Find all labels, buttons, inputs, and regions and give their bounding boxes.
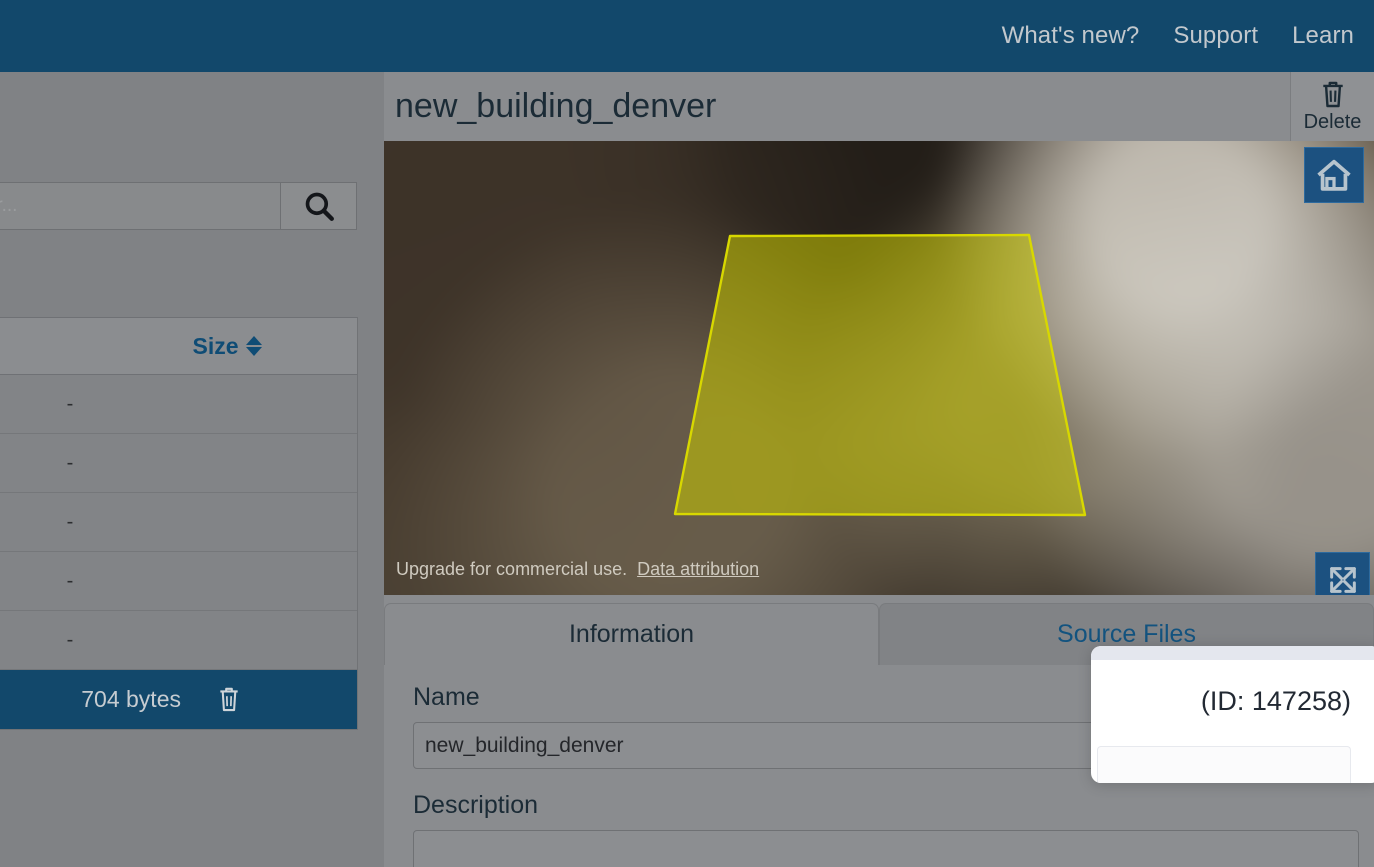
data-attribution-link[interactable]: Data attribution xyxy=(637,559,759,579)
delete-button-label: Delete xyxy=(1303,111,1362,133)
search-icon xyxy=(305,192,334,221)
delete-button[interactable]: Delete xyxy=(1290,72,1374,141)
home-icon xyxy=(1317,159,1351,191)
fullscreen-button[interactable] xyxy=(1315,552,1370,595)
cell-size: 704 bytes xyxy=(81,685,181,712)
tab-source-files-label: Source Files xyxy=(1057,620,1196,648)
model-viewer[interactable]: Upgrade for commercial use. Data attribut… xyxy=(384,141,1374,595)
fullscreen-icon xyxy=(1329,566,1356,593)
detail-header: new_building_denver Delete xyxy=(384,72,1374,141)
search-button[interactable] xyxy=(281,182,357,230)
popup-body: (ID: 147258) xyxy=(1091,660,1374,717)
table-row-selected[interactable]: 704 bytes xyxy=(0,670,357,729)
description-field-label: Description xyxy=(413,791,539,819)
cell-size: - xyxy=(66,510,74,533)
search-input[interactable] xyxy=(0,182,281,230)
app-root: What's new? Support Learn Size xyxy=(0,0,1374,867)
trash-icon xyxy=(220,687,238,712)
table-row[interactable]: - xyxy=(0,611,357,670)
viewer-credit: Upgrade for commercial use. Data attribut… xyxy=(396,559,759,580)
popup-header-strip xyxy=(1091,646,1374,660)
cell-size: - xyxy=(66,392,74,415)
nav-link-learn[interactable]: Learn xyxy=(1292,22,1354,50)
sidebar-panel: Size - - - - - 704 byt xyxy=(0,72,384,867)
viewer-credit-text: Upgrade for commercial use. xyxy=(396,559,628,579)
popup-input-field[interactable] xyxy=(1097,746,1351,783)
description-input[interactable] xyxy=(413,830,1359,867)
table-row[interactable]: - xyxy=(0,434,357,493)
files-table: Size - - - - - 704 bytes xyxy=(0,317,358,730)
column-header-size-label: Size xyxy=(192,332,239,359)
table-row[interactable]: - xyxy=(0,493,357,552)
column-header-size[interactable]: Size xyxy=(98,333,356,360)
id-popup: (ID: 147258) xyxy=(1091,646,1374,783)
cell-size: - xyxy=(66,569,74,592)
reset-view-button[interactable] xyxy=(1304,147,1364,203)
sort-arrows-icon[interactable] xyxy=(245,336,262,356)
selection-polygon xyxy=(673,233,1087,517)
cell-size: - xyxy=(66,451,74,474)
nav-link-whats-new[interactable]: What's new? xyxy=(1002,22,1140,50)
table-row[interactable]: - xyxy=(0,552,357,611)
table-header-row: Size xyxy=(0,317,357,375)
nav-link-support[interactable]: Support xyxy=(1173,22,1258,50)
page-title: new_building_denver xyxy=(395,87,717,125)
trash-icon xyxy=(1322,81,1343,108)
table-row[interactable]: - xyxy=(0,375,357,434)
tab-information[interactable]: Information xyxy=(384,603,879,665)
tab-information-label: Information xyxy=(568,620,695,648)
top-navigation-bar: What's new? Support Learn xyxy=(0,0,1374,72)
cell-size: - xyxy=(66,628,74,651)
popup-id-text: (ID: 147258) xyxy=(1200,686,1351,716)
search-bar xyxy=(0,182,357,230)
row-delete-button[interactable] xyxy=(199,684,259,714)
